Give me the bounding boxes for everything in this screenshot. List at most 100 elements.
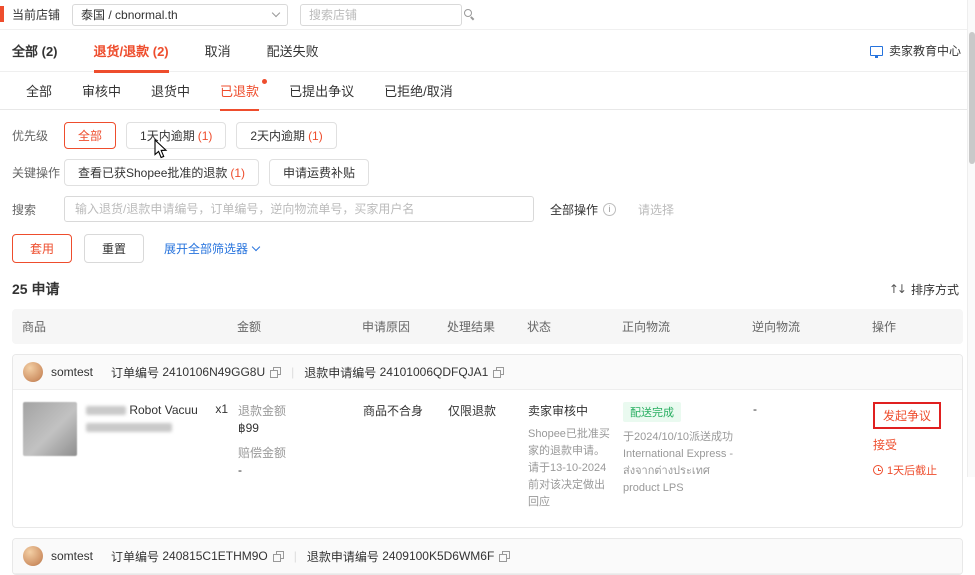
priority-pill-overdue-1d[interactable]: 1天内逾期 (1) <box>126 122 227 149</box>
col-reverse-logistics: 逆向物流 <box>752 320 801 334</box>
operation-label: 全部操作 <box>550 202 599 217</box>
annotation-highlight-box: 发起争议 <box>873 402 942 429</box>
order-card-body: Robot Vacuu x1 退款金额 ฿99 赔偿金额 - 商品不合身 仅限退… <box>13 390 962 527</box>
order-card: somtest 订单编号 240815C1ETHM9O | 退款申请编号 240… <box>12 538 963 575</box>
delivery-status-badge: 配送完成 <box>623 402 681 422</box>
priority-pill-all[interactable]: 全部 <box>64 122 117 149</box>
sort-control[interactable]: ↑↓ 排序方式 <box>889 281 959 298</box>
tab-return-refund[interactable]: 退货/退款 (2) <box>93 30 169 73</box>
product-cell: Robot Vacuu x1 <box>23 402 238 511</box>
divider: | <box>293 549 297 564</box>
raise-dispute-button[interactable]: 发起争议 <box>883 407 931 424</box>
subtab-refunded[interactable]: 已退款 <box>220 72 268 111</box>
order-number-label: 订单编号 <box>111 365 160 380</box>
subtab-rejected[interactable]: 已拒绝/取消 <box>384 72 453 110</box>
order-number-label: 订单编号 <box>111 549 160 564</box>
status-description: Shopee已批准买家的退款申请。请于13-10-2024前对该决定做出回应 <box>528 428 610 509</box>
product-name: Robot Vacuu <box>86 402 204 419</box>
operation-select[interactable]: 请选择 <box>638 201 674 218</box>
sidebar-accent <box>0 6 4 22</box>
col-amount: 金额 <box>237 320 262 334</box>
pill-label: 2天内逾期 <box>250 129 306 143</box>
info-icon[interactable]: i <box>603 202 617 216</box>
chevron-down-icon <box>251 242 261 252</box>
reverse-logistics-cell: - <box>753 402 757 416</box>
col-forward-logistics: 正向物流 <box>622 320 671 334</box>
key-action-pill-approved-refunds[interactable]: 查看已获Shopee批准的退款 (1) <box>64 159 260 186</box>
store-search[interactable] <box>300 3 473 26</box>
order-card-header: somtest 订单编号 2410106N49GG8U | 退款申请编号 241… <box>13 355 962 390</box>
pill-label: 申请运费补贴 <box>283 166 356 180</box>
clock-icon <box>873 465 883 475</box>
copy-icon[interactable] <box>272 550 284 562</box>
refund-number-label: 退款申请编号 <box>306 549 379 564</box>
sort-icon: ↑↓ <box>888 282 907 296</box>
product-info: Robot Vacuu <box>86 402 204 511</box>
store-selector[interactable]: 泰国 / cbnormal.th <box>72 3 289 26</box>
vertical-scrollbar <box>967 0 975 477</box>
copy-icon[interactable] <box>493 366 505 378</box>
order-number: 订单编号 240815C1ETHM9O <box>111 548 284 565</box>
status-cell: 卖家审核中 Shopee已批准买家的退款申请。请于13-10-2024前对该决定… <box>528 402 623 511</box>
buyer-username: somtest <box>51 549 94 564</box>
compensation-label: 赔偿金额 <box>238 446 287 460</box>
tab-all[interactable]: 全部 (2) <box>12 30 58 72</box>
priority-label: 优先级 <box>12 129 49 143</box>
subtab-refunded-label: 已退款 <box>220 84 260 99</box>
key-action-row: 关键操作 查看已获Shopee批准的退款 (1) 申请运费补贴 <box>12 159 963 186</box>
store-selector-value: 泰国 / cbnormal.th <box>81 8 178 22</box>
copy-icon[interactable] <box>270 366 282 378</box>
search-icon <box>464 9 475 20</box>
order-card: somtest 订单编号 2410106N49GG8U | 退款申请编号 241… <box>12 354 963 529</box>
seller-education-link[interactable]: 卖家教育中心 <box>869 42 961 59</box>
application-count: 25 申请 <box>12 281 60 297</box>
accept-button[interactable]: 接受 <box>873 436 942 453</box>
pill-label: 全部 <box>78 129 103 143</box>
actions-cell: 发起争议 接受 1天后截止 <box>873 402 952 511</box>
refund-number-value: 2409100K5D6WM6F <box>382 549 495 564</box>
tab-delivery-failed[interactable]: 配送失败 <box>267 30 319 72</box>
deadline-text: 1天后截止 <box>887 465 938 477</box>
copy-icon[interactable] <box>499 550 511 562</box>
subtab-disputed[interactable]: 已提出争议 <box>289 72 354 110</box>
compensation-value: - <box>238 463 242 477</box>
page: { "colors": { "accent": "#ee4d2d", "link… <box>0 0 975 575</box>
refund-request-number: 退款申请编号 2409100K5D6WM6F <box>306 548 511 565</box>
status-title: 卖家审核中 <box>528 404 589 418</box>
product-qty: x1 <box>215 402 228 416</box>
subtab-reviewing[interactable]: 审核中 <box>82 72 121 110</box>
tab-cancel[interactable]: 取消 <box>205 30 231 72</box>
result-cell: 仅限退款 <box>448 404 497 418</box>
reset-button[interactable]: 重置 <box>84 234 145 263</box>
operation-label-wrap: 全部操作 i <box>550 201 617 218</box>
priority-pill-overdue-2d[interactable]: 2天内逾期 (1) <box>236 122 337 149</box>
expand-filters-link[interactable]: 展开全部筛选器 <box>164 240 261 257</box>
col-product: 商品 <box>22 320 47 334</box>
sort-label: 排序方式 <box>910 282 959 297</box>
filter-panel: 优先级 全部 1天内逾期 (1) 2天内逾期 (1) 关键操作 查看已获Shop… <box>0 110 975 263</box>
col-actions: 操作 <box>872 320 897 334</box>
redacted-text <box>86 406 126 416</box>
forward-logistics-description: 于2024/10/10派送成功 International Express - … <box>623 431 734 495</box>
apply-button[interactable]: 套用 <box>12 234 73 263</box>
subtab-all[interactable]: 全部 <box>26 72 52 110</box>
subtab-returning[interactable]: 退货中 <box>151 72 190 110</box>
col-status: 状态 <box>527 320 552 334</box>
pill-label: 1天内逾期 <box>140 129 195 143</box>
order-number-value: 240815C1ETHM9O <box>162 549 268 564</box>
education-icon <box>869 45 883 58</box>
topbar: 当前店铺 泰国 / cbnormal.th <box>0 0 975 30</box>
pill-count: (1) <box>197 128 213 143</box>
product-image <box>23 402 77 456</box>
search-label: 搜索 <box>12 202 37 217</box>
scrollbar-thumb[interactable] <box>969 32 975 164</box>
refund-search-input[interactable] <box>64 196 534 222</box>
pill-count: (1) <box>230 165 246 180</box>
store-search-input[interactable] <box>309 7 465 22</box>
expand-filters-label: 展开全部筛选器 <box>164 242 249 256</box>
forward-logistics-cell: 配送完成 于2024/10/10派送成功 International Expre… <box>623 402 753 511</box>
key-action-pill-shipping-subsidy[interactable]: 申请运费补贴 <box>269 159 370 186</box>
buyer-username: somtest <box>51 365 94 379</box>
redacted-text <box>86 422 172 432</box>
col-reason: 申请原因 <box>362 320 411 334</box>
